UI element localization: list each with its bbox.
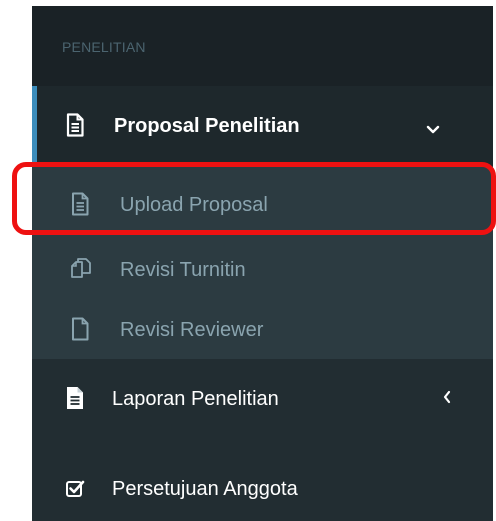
menu-item-persetujuan-anggota[interactable]: Persetujuan Anggota — [32, 434, 493, 521]
submenu-item-label: Revisi Turnitin — [120, 259, 246, 281]
copy-icon — [70, 257, 92, 283]
file-outline-icon — [70, 317, 92, 343]
section-header: PENELITIAN — [32, 6, 493, 86]
menu-item-proposal-penelitian[interactable]: Proposal Penelitian — [32, 86, 493, 166]
menu-item-label: Laporan Penelitian — [112, 388, 279, 410]
chevron-down-icon — [426, 122, 440, 140]
file-text-icon — [65, 113, 87, 139]
menu-item-label: Persetujuan Anggota — [112, 478, 298, 500]
menu-item-laporan-penelitian[interactable]: Laporan Penelitian — [32, 359, 493, 434]
submenu-item-revisi-turnitin[interactable]: Revisi Turnitin — [32, 239, 493, 299]
file-text-outline-icon — [70, 192, 92, 218]
file-text-solid-icon — [65, 386, 87, 412]
chevron-left-icon — [442, 390, 452, 409]
submenu-item-label: Revisi Reviewer — [120, 319, 264, 341]
sidebar: PENELITIAN Proposal Penelitian Upload Pr… — [32, 6, 493, 521]
submenu-item-label: Upload Proposal — [120, 194, 268, 216]
menu-item-label: Proposal Penelitian — [114, 115, 300, 137]
submenu-item-revisi-reviewer[interactable]: Revisi Reviewer — [32, 299, 493, 359]
submenu-item-upload-proposal[interactable]: Upload Proposal — [32, 166, 493, 239]
submenu: Upload Proposal Revisi Turnitin Revisi R… — [32, 166, 493, 359]
check-square-icon — [65, 478, 87, 504]
section-label: PENELITIAN — [62, 39, 146, 55]
